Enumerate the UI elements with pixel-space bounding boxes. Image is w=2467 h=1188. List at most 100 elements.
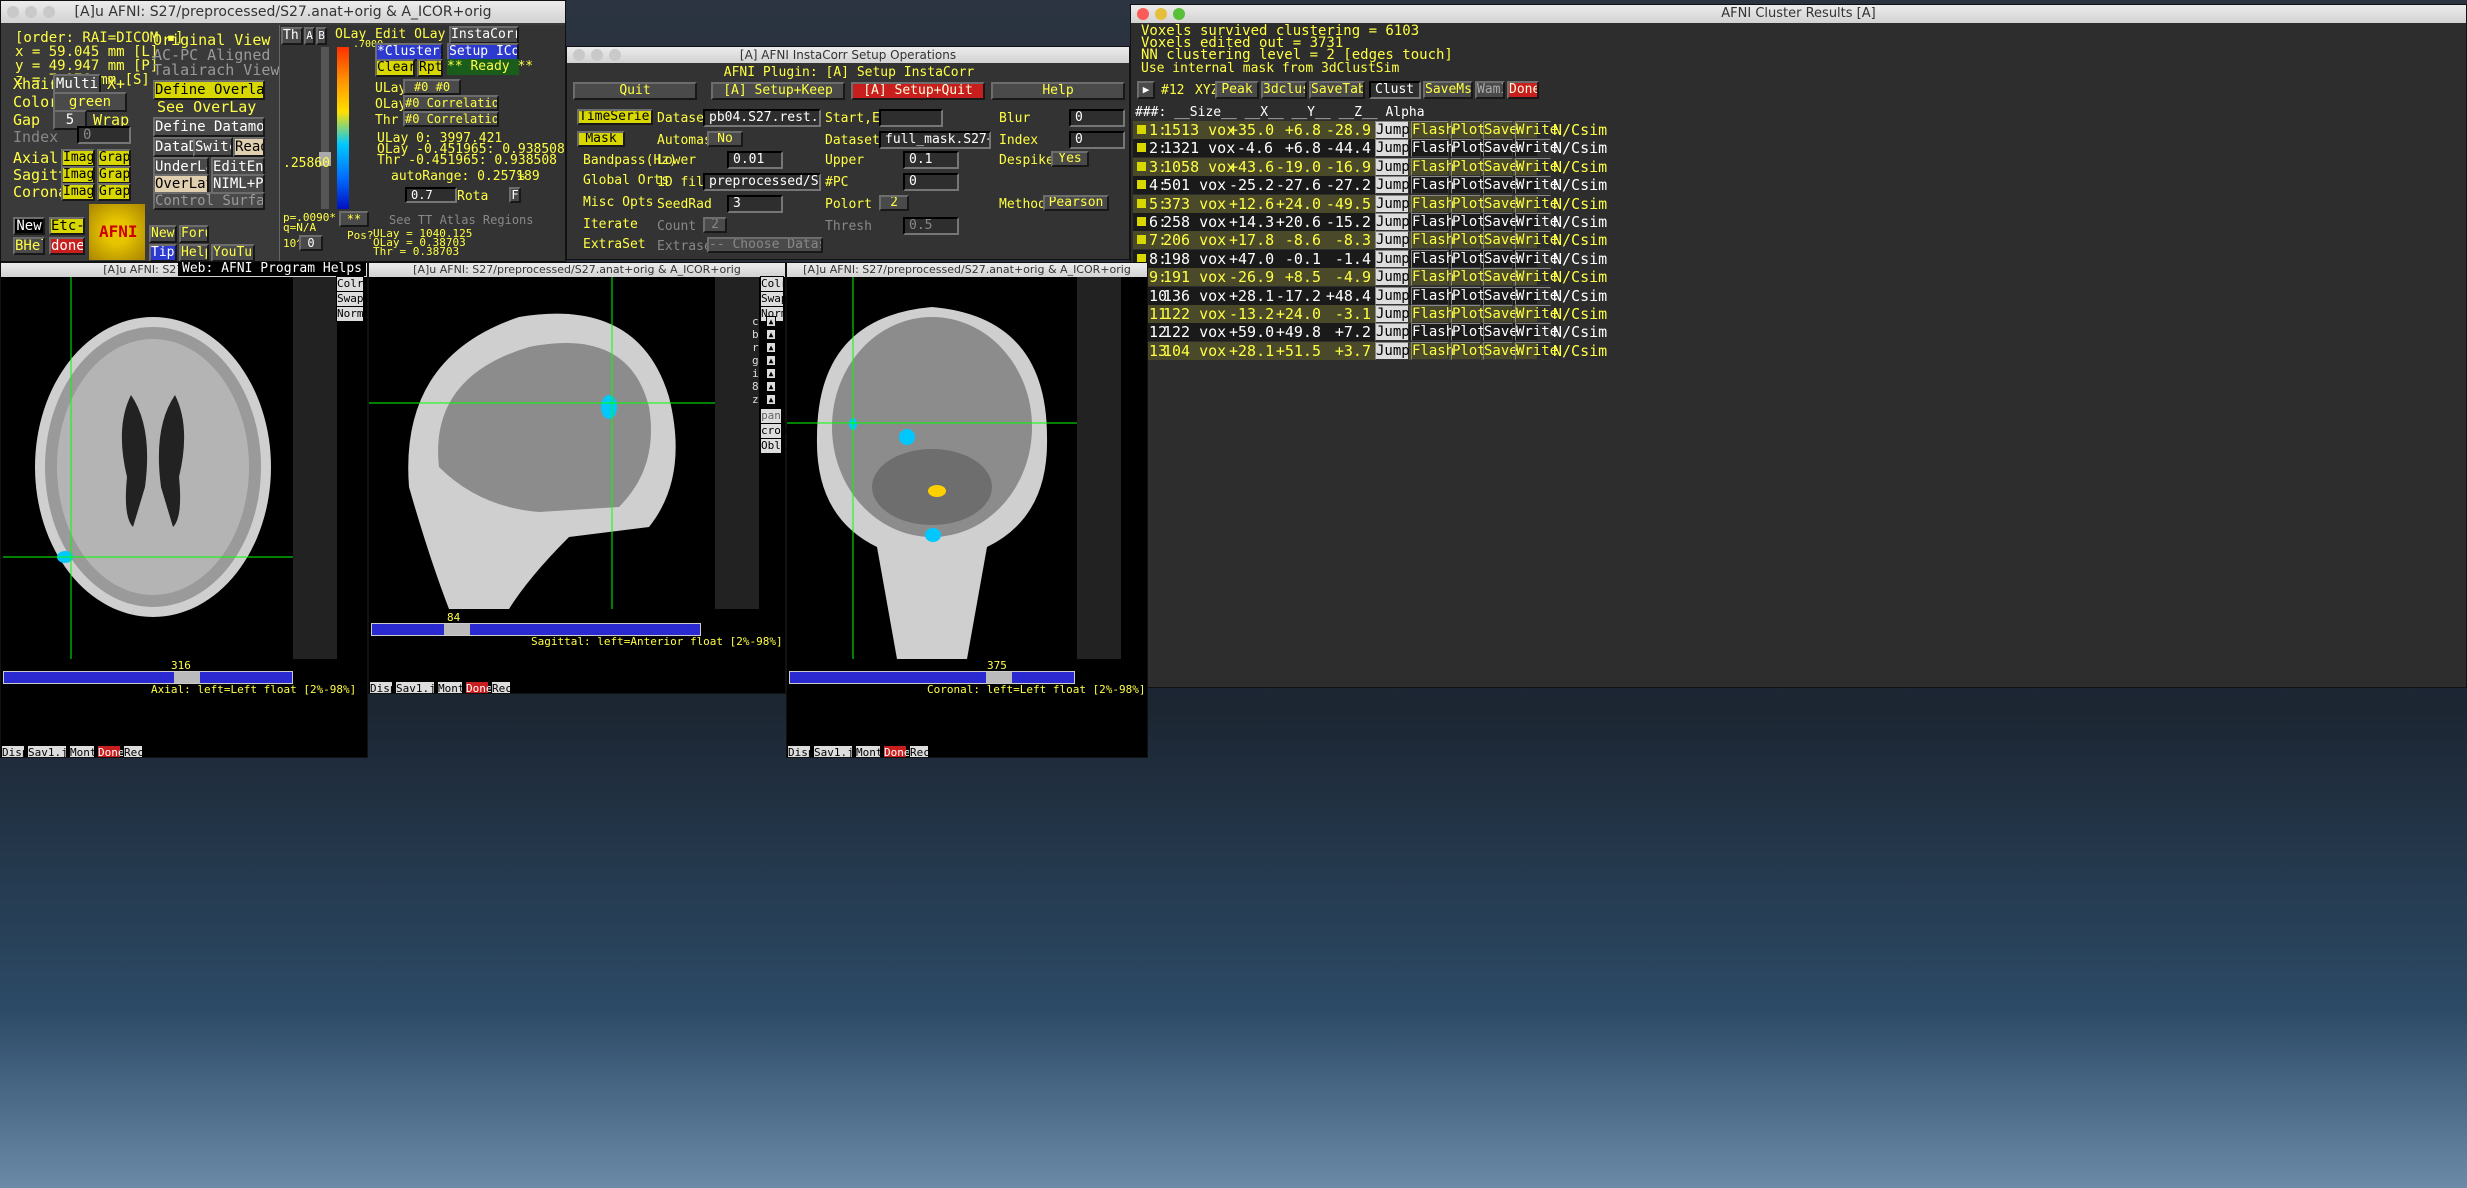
coronal-slider-column[interactable] bbox=[1077, 277, 1121, 659]
olay-colorbar[interactable] bbox=[337, 47, 349, 209]
olay-menu[interactable]: #0 Correlation bbox=[403, 95, 499, 111]
row-select-toggle[interactable] bbox=[1137, 198, 1146, 208]
savetabl-button[interactable]: SaveTabl bbox=[1309, 81, 1365, 99]
new-button[interactable]: New bbox=[13, 217, 45, 235]
row-select-toggle[interactable] bbox=[1137, 161, 1146, 171]
arrow-icon[interactable]: ▲ bbox=[766, 394, 776, 405]
save-button[interactable]: Save bbox=[1483, 231, 1518, 250]
write-button[interactable]: Write bbox=[1515, 249, 1558, 268]
significance-menu[interactable]: ** bbox=[339, 211, 369, 227]
plot-button[interactable]: Plot bbox=[1451, 231, 1486, 250]
jump-button[interactable]: Jump bbox=[1375, 286, 1410, 305]
arrow-icon[interactable]: ▲ bbox=[766, 355, 776, 366]
side-control-1[interactable]: b bbox=[752, 329, 759, 341]
coronal-slider-knob[interactable] bbox=[986, 672, 1012, 683]
lower-field[interactable]: 0.01 bbox=[727, 151, 783, 169]
rec-button[interactable]: Rec bbox=[909, 745, 930, 757]
rpt-button[interactable]: Rpt bbox=[417, 59, 443, 77]
swap-button[interactable]: Swap bbox=[336, 291, 364, 307]
save-button[interactable]: Save bbox=[1483, 305, 1518, 323]
mask-dataset-field[interactable]: full_mask.S27+orig bbox=[879, 131, 991, 149]
forum-button[interactable]: Forum bbox=[179, 225, 209, 243]
write-button[interactable]: Write bbox=[1515, 341, 1558, 360]
save-button[interactable]: Save bbox=[1483, 323, 1518, 342]
write-button[interactable]: Write bbox=[1515, 213, 1558, 231]
plot-button[interactable]: Plot bbox=[1451, 323, 1486, 342]
done-button[interactable]: Done bbox=[883, 745, 911, 757]
arrow-icon[interactable]: ▲ bbox=[766, 316, 776, 327]
save-button[interactable]: Save bbox=[1483, 213, 1518, 231]
sagittal-image-button[interactable]: Image bbox=[61, 166, 95, 184]
zoom-button[interactable] bbox=[609, 49, 621, 61]
save-button[interactable]: Save bbox=[1483, 157, 1518, 176]
close-button[interactable] bbox=[1137, 8, 1149, 20]
zoom-button[interactable] bbox=[1173, 8, 1185, 20]
define-datamode-button[interactable]: Define Datamode -> bbox=[153, 117, 265, 137]
file1d-field[interactable]: preprocessed/S27.mot bbox=[703, 173, 821, 191]
close-button[interactable] bbox=[7, 6, 19, 18]
crop-button[interactable]: crop bbox=[760, 423, 788, 439]
nimlpo-button[interactable]: NIML+PO bbox=[211, 174, 265, 194]
save-button[interactable]: Save bbox=[1483, 341, 1518, 360]
side-control-5[interactable]: 8 bbox=[752, 381, 759, 393]
flash-button[interactable]: Flash bbox=[1411, 341, 1454, 360]
axial-slider-column[interactable] bbox=[293, 277, 337, 659]
side-control-0[interactable]: c bbox=[752, 316, 759, 328]
jump-button[interactable]: Jump bbox=[1375, 139, 1410, 158]
overlay-button[interactable]: OverLay bbox=[153, 174, 209, 194]
youtube-button[interactable]: YouTube bbox=[211, 244, 255, 261]
automask-menu[interactable]: No bbox=[707, 131, 743, 147]
jump-button[interactable]: Jump bbox=[1375, 194, 1410, 213]
arrow-icon[interactable]: ▲ bbox=[766, 368, 776, 379]
plot-button[interactable]: Plot bbox=[1451, 213, 1486, 231]
power-menu[interactable]: 0 bbox=[299, 235, 323, 251]
write-button[interactable]: Write bbox=[1515, 268, 1558, 287]
blur-field[interactable]: 0 bbox=[1069, 109, 1125, 127]
save-button[interactable]: Save bbox=[1483, 268, 1518, 287]
flash-button[interactable]: Flash bbox=[1411, 176, 1454, 195]
row-select-toggle[interactable] bbox=[1137, 125, 1146, 134]
flash-button[interactable]: Flash bbox=[1411, 323, 1454, 342]
switch-button[interactable]: Switch bbox=[193, 137, 233, 157]
flash-button[interactable]: Flash bbox=[1411, 157, 1454, 176]
mont-button[interactable]: Mont bbox=[855, 745, 883, 757]
index-field[interactable]: 0 bbox=[1069, 131, 1125, 149]
write-button[interactable]: Write bbox=[1515, 305, 1558, 323]
plot-button[interactable]: Plot bbox=[1451, 249, 1486, 268]
seedrad-field[interactable]: 3 bbox=[727, 195, 783, 213]
clear-button[interactable]: Clear bbox=[375, 59, 415, 77]
plot-button[interactable]: Plot bbox=[1451, 157, 1486, 176]
threshold-slider-track[interactable] bbox=[319, 47, 331, 209]
upper-field[interactable]: 0.1 bbox=[903, 151, 959, 169]
see-overlay-toggle[interactable]: See OverLay bbox=[157, 98, 256, 116]
pan-button[interactable]: pan bbox=[760, 408, 782, 424]
thr-menu[interactable]: #0 Correlation bbox=[403, 111, 499, 127]
side-control-4[interactable]: i bbox=[752, 368, 759, 380]
xplus-toggle[interactable]: X+ bbox=[107, 75, 125, 93]
flash-button[interactable]: Flash bbox=[1411, 194, 1454, 213]
colr-button[interactable]: Colr bbox=[760, 276, 788, 292]
minimize-button[interactable] bbox=[25, 6, 37, 18]
quit-button[interactable]: Quit bbox=[573, 82, 697, 100]
axial-slider-knob[interactable] bbox=[174, 672, 200, 683]
tips-button[interactable]: Tips bbox=[149, 244, 177, 261]
plot-button[interactable]: Plot bbox=[1451, 176, 1486, 195]
arrow-icon[interactable]: ▲ bbox=[766, 329, 776, 340]
save-button[interactable]: Save bbox=[1483, 249, 1518, 268]
disp-button[interactable]: Disp bbox=[369, 681, 397, 693]
plot-button[interactable]: Plot bbox=[1451, 268, 1486, 287]
thr-button[interactable]: Thr bbox=[281, 27, 303, 45]
use-mask-toggle[interactable]: Use internal mask from 3dClustSim bbox=[1141, 61, 1399, 76]
timeseries-toggle[interactable]: TimeSeries bbox=[577, 109, 653, 125]
rota-button[interactable]: Rota bbox=[457, 189, 488, 204]
color-menu[interactable]: green bbox=[53, 92, 127, 112]
flash-button[interactable]: Flash bbox=[1411, 305, 1454, 323]
minimize-button[interactable] bbox=[591, 49, 603, 61]
plot-button[interactable]: Plot bbox=[1451, 305, 1486, 323]
thr-b-button[interactable]: B bbox=[316, 27, 327, 45]
setup-keep-button[interactable]: [A] Setup+Keep bbox=[711, 82, 845, 100]
axial-image-button[interactable]: Image bbox=[61, 149, 95, 167]
row-select-toggle[interactable] bbox=[1137, 143, 1146, 153]
savemsk-button[interactable]: SaveMsk bbox=[1423, 81, 1473, 99]
etc-button[interactable]: Etc-> bbox=[49, 217, 85, 235]
